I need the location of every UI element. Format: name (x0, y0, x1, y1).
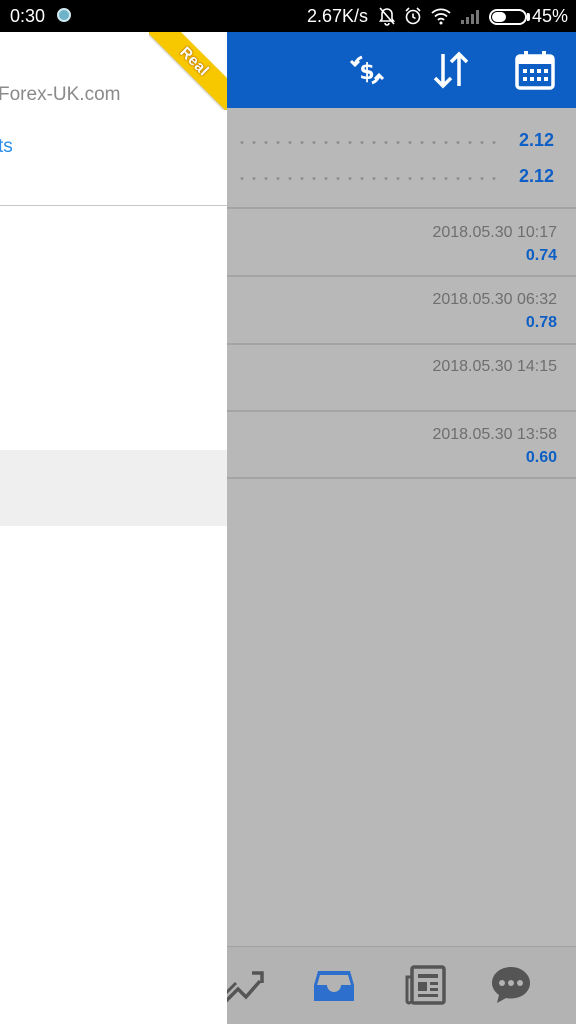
dotted-leader (236, 177, 498, 180)
status-time: 0:30 (10, 6, 46, 26)
news-icon[interactable] (404, 963, 448, 1007)
drawer-item-selected[interactable] (0, 450, 227, 526)
battery-percent: 45% (532, 6, 569, 26)
row-date: 2018.05.30 14:15 (432, 358, 557, 375)
notification-app-icon (57, 8, 71, 22)
calendar-icon[interactable] (511, 46, 559, 94)
chat-icon[interactable] (489, 963, 533, 1007)
accounts-link[interactable]: ts (0, 136, 13, 158)
battery-icon (489, 9, 527, 25)
summary-value: 2.12 (518, 166, 554, 186)
wifi-icon (431, 8, 451, 25)
sort-icon[interactable] (427, 46, 475, 94)
row-value: 0.74 (525, 247, 557, 264)
dotted-leader (236, 141, 498, 144)
network-speed: 2.67K/s (307, 6, 369, 26)
real-ribbon: Real (149, 32, 227, 110)
row-value: 0.78 (525, 314, 557, 331)
status-bar: 0:30 2.67K/s 45% (0, 0, 576, 32)
badge-label: Real (176, 43, 213, 80)
row-date: 2018.05.30 10:17 (432, 224, 557, 241)
chart-icon[interactable] (222, 963, 266, 1007)
bell-muted-icon (378, 7, 396, 26)
inbox-icon[interactable] (312, 963, 356, 1007)
alarm-icon (405, 7, 421, 25)
svg-text:$: $ (359, 60, 374, 85)
signal-icon (461, 10, 479, 24)
summary-value: 2.12 (518, 130, 554, 150)
navigation-drawer: Forex-UK.com ts Real (0, 32, 227, 1024)
battery-tip (527, 13, 530, 21)
row-date: 2018.05.30 13:58 (432, 426, 557, 443)
currency-exchange-icon[interactable]: $ (343, 46, 391, 94)
drawer-header: Forex-UK.com ts Real (0, 32, 227, 206)
row-date: 2018.05.30 06:32 (432, 291, 557, 308)
account-server: Forex-UK.com (0, 84, 121, 105)
account-type-badge: Real (149, 32, 227, 110)
battery-level (492, 12, 506, 22)
row-value: 0.60 (525, 449, 557, 466)
